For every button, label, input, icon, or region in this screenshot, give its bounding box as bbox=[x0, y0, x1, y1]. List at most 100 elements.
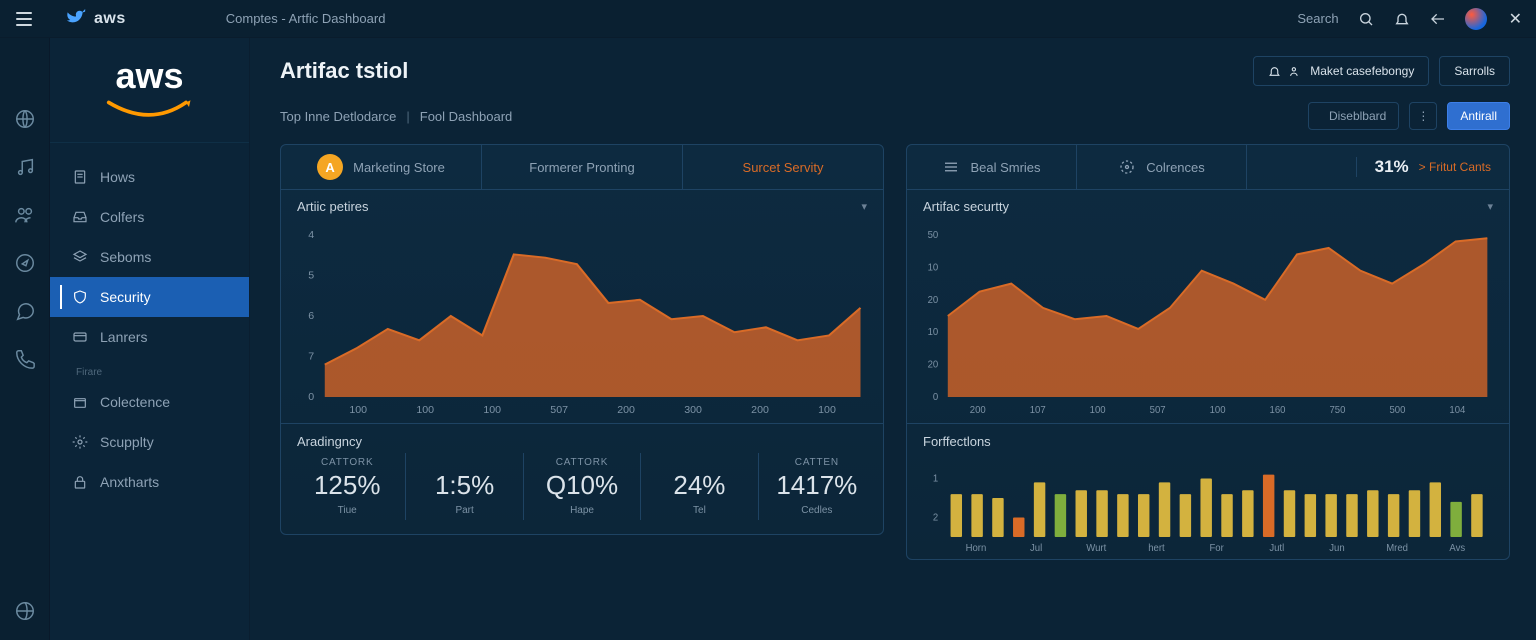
sidebar-item-seboms[interactable]: Seboms bbox=[50, 237, 249, 277]
svg-text:Jutl: Jutl bbox=[1269, 543, 1284, 554]
tab-spacer bbox=[1247, 145, 1356, 189]
bird-icon bbox=[66, 9, 86, 29]
svg-text:200: 200 bbox=[751, 405, 769, 416]
tab-colrences[interactable]: Colrences bbox=[1077, 145, 1247, 189]
chevron-down-icon[interactable]: ▾ bbox=[1487, 200, 1493, 213]
more-chip[interactable]: ⋮ bbox=[1409, 102, 1437, 130]
sidebar-item-security[interactable]: Security bbox=[50, 277, 249, 317]
svg-text:10: 10 bbox=[928, 327, 939, 338]
left-panel: A Marketing Store Formerer Pronting Surc… bbox=[280, 144, 884, 535]
metrics-title: Aradingncy bbox=[281, 424, 883, 449]
logo: aws bbox=[50, 38, 249, 143]
search-icon[interactable] bbox=[1357, 10, 1375, 28]
logo-text: aws bbox=[115, 58, 183, 94]
back-arrow-icon[interactable] bbox=[1429, 10, 1447, 28]
sidebar-item-label: Anxtharts bbox=[100, 474, 159, 490]
sidebar-item-scupplty[interactable]: Scupplty bbox=[50, 422, 249, 462]
svg-text:100: 100 bbox=[818, 405, 836, 416]
user-avatar[interactable] bbox=[1465, 8, 1487, 30]
metric: 24%Tel bbox=[641, 453, 758, 520]
svg-text:4: 4 bbox=[308, 230, 314, 241]
svg-text:100: 100 bbox=[416, 405, 434, 416]
svg-text:hert: hert bbox=[1148, 543, 1165, 554]
stat-link[interactable]: > Fritut Cants bbox=[1419, 160, 1491, 174]
svg-text:10: 10 bbox=[928, 262, 939, 273]
crumb[interactable]: Fool Dashboard bbox=[420, 109, 513, 124]
svg-text:507: 507 bbox=[550, 405, 568, 416]
tray-icon bbox=[72, 209, 88, 225]
world-icon[interactable] bbox=[14, 600, 36, 622]
sarrolls-button[interactable]: Sarrolls bbox=[1439, 56, 1510, 86]
compass-icon[interactable] bbox=[14, 252, 36, 274]
brand-text: aws bbox=[94, 10, 126, 28]
nav-section-label: Firare bbox=[50, 357, 249, 382]
brand: aws bbox=[66, 9, 126, 29]
crumb-separator: | bbox=[406, 109, 409, 124]
maket-button[interactable]: Maket casefebongy bbox=[1253, 56, 1429, 86]
svg-text:500: 500 bbox=[1389, 405, 1405, 416]
svg-text:0: 0 bbox=[308, 392, 314, 403]
right-panel-sub: Artifac securtty ▾ bbox=[907, 189, 1509, 223]
svg-text:100: 100 bbox=[1090, 405, 1106, 416]
phone-icon[interactable] bbox=[14, 348, 36, 370]
metric: CATTEN1417%Cedles bbox=[759, 453, 875, 520]
chevron-down-icon[interactable]: ▾ bbox=[861, 200, 867, 213]
gear-dashed-icon bbox=[1118, 158, 1136, 176]
tab-label: Beal Smries bbox=[970, 160, 1040, 175]
svg-text:300: 300 bbox=[684, 405, 702, 416]
tab-surcet[interactable]: Surcet Servity bbox=[683, 145, 883, 189]
svg-text:6: 6 bbox=[308, 311, 314, 322]
svg-text:Wurt: Wurt bbox=[1086, 543, 1106, 554]
right-panel: Beal Smries Colrences 31% > Fritut Cants bbox=[906, 144, 1510, 560]
doc-icon bbox=[72, 169, 88, 185]
sidebar-item-anxtharts[interactable]: Anxtharts bbox=[50, 462, 249, 502]
hamburger-menu[interactable] bbox=[10, 5, 38, 33]
svg-text:100: 100 bbox=[1210, 405, 1226, 416]
svg-text:Jul: Jul bbox=[1030, 543, 1042, 554]
left-panel-sub: Artiic petires ▾ bbox=[281, 189, 883, 223]
bell-sm-icon bbox=[1268, 65, 1281, 78]
globe-icon[interactable] bbox=[14, 108, 36, 130]
tab-label: Colrences bbox=[1146, 160, 1205, 175]
sidebar-item-colfers[interactable]: Colfers bbox=[50, 197, 249, 237]
tab-marketing-store[interactable]: A Marketing Store bbox=[281, 145, 482, 189]
crumb[interactable]: Top Inne Detlodarce bbox=[280, 109, 396, 124]
tab-label: Marketing Store bbox=[353, 160, 445, 175]
close-icon[interactable]: ✕ bbox=[1505, 9, 1526, 29]
dashboard-chip[interactable]: Diseblbard bbox=[1308, 102, 1399, 130]
bell-icon[interactable] bbox=[1393, 10, 1411, 28]
tab-formerer[interactable]: Formerer Pronting bbox=[482, 145, 683, 189]
page-title: Artifac tstiol bbox=[280, 58, 408, 84]
svg-text:100: 100 bbox=[349, 405, 367, 416]
svg-text:7: 7 bbox=[308, 352, 314, 363]
sidebar-item-label: Colectence bbox=[100, 394, 170, 410]
shield-icon bbox=[72, 289, 88, 305]
smile-icon bbox=[105, 98, 195, 122]
box-icon bbox=[72, 394, 88, 410]
music-icon[interactable] bbox=[14, 156, 36, 178]
sidebar-item-label: Security bbox=[100, 289, 151, 305]
svg-text:200: 200 bbox=[617, 405, 635, 416]
lock-icon bbox=[72, 474, 88, 490]
metric: CATTORK125%Tiue bbox=[289, 453, 406, 520]
sidebar-item-lanrers[interactable]: Lanrers bbox=[50, 317, 249, 357]
tab-label: Surcet Servity bbox=[743, 160, 824, 175]
svg-text:Mred: Mred bbox=[1386, 543, 1408, 554]
search-label[interactable]: Search bbox=[1297, 11, 1338, 26]
chat-icon[interactable] bbox=[14, 300, 36, 322]
window-tab-title: Comptes - Artfic Dashboard bbox=[226, 11, 386, 26]
svg-text:750: 750 bbox=[1330, 405, 1346, 416]
tab-beal-smries[interactable]: Beal Smries bbox=[907, 145, 1077, 189]
icon-rail bbox=[0, 38, 50, 640]
svg-text:200: 200 bbox=[970, 405, 986, 416]
antirall-chip[interactable]: Antirall bbox=[1447, 102, 1510, 130]
chip-label: Diseblbard bbox=[1329, 109, 1386, 123]
sidebar-item-hows[interactable]: Hows bbox=[50, 157, 249, 197]
svg-text:0: 0 bbox=[933, 392, 939, 403]
svg-text:For: For bbox=[1209, 543, 1224, 554]
sidebar-item-colectence[interactable]: Colectence bbox=[50, 382, 249, 422]
users-icon[interactable] bbox=[14, 204, 36, 226]
svg-text:160: 160 bbox=[1270, 405, 1286, 416]
stat-block: 31% > Fritut Cants bbox=[1356, 157, 1509, 177]
panel-subtitle: Artifac securtty bbox=[923, 199, 1009, 214]
